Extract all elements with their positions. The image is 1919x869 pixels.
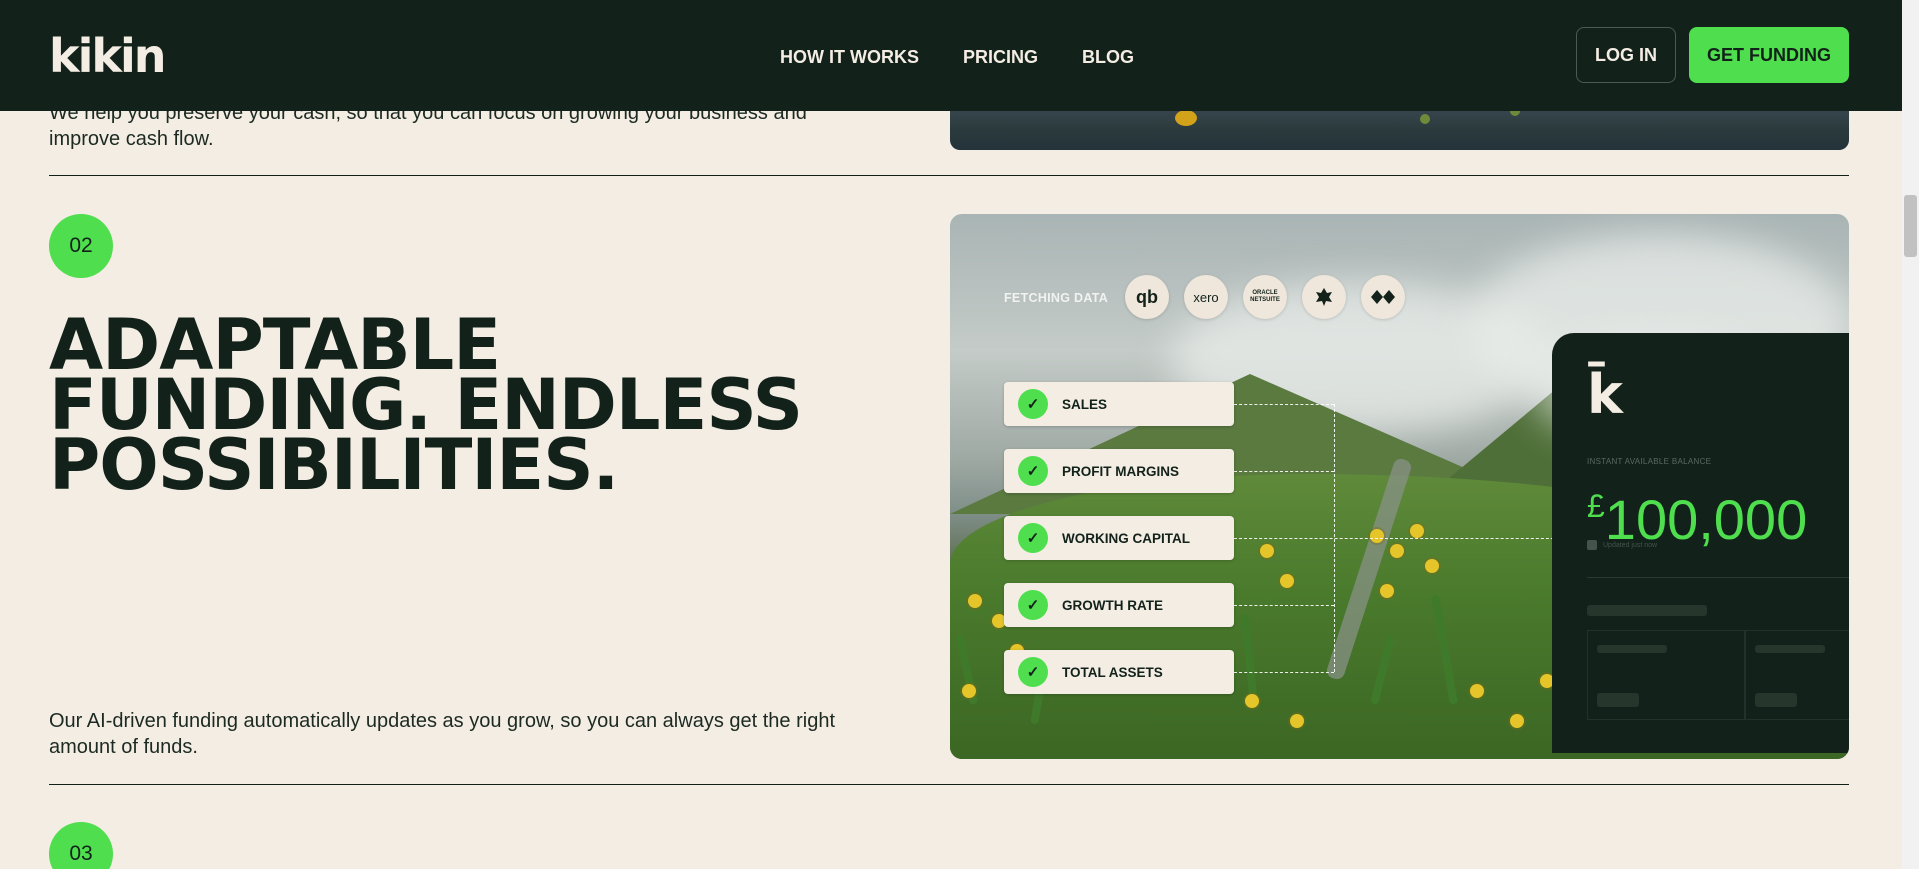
nav-pricing[interactable]: PRICING: [963, 47, 1038, 68]
section-divider: [49, 784, 1849, 785]
quickbooks-icon: qb: [1125, 275, 1169, 319]
site-header: kikin HOW IT WORKS PRICING BLOG LOG IN G…: [0, 0, 1902, 111]
check-icon: ✓: [1018, 389, 1048, 419]
kikin-logo[interactable]: kikin: [49, 33, 166, 79]
check-icon: ✓: [1018, 657, 1048, 687]
fetching-data-label: FETCHING DATA: [1004, 291, 1109, 305]
kikin-k-icon: k̄: [1587, 363, 1623, 426]
main-nav: HOW IT WORKS PRICING BLOG: [780, 47, 1134, 68]
metric-chip: ✓ TOTAL ASSETS: [1004, 650, 1234, 694]
get-funding-button[interactable]: GET FUNDING: [1689, 27, 1849, 83]
hsbc-icon: [1361, 275, 1405, 319]
oracle-netsuite-icon: ORACLE NETSUITE: [1243, 275, 1287, 319]
nav-blog[interactable]: BLOG: [1082, 47, 1134, 68]
check-icon: ✓: [1018, 590, 1048, 620]
next-step-badge: 03: [49, 822, 113, 869]
scrollbar-thumb[interactable]: [1904, 195, 1917, 257]
page-scrollbar[interactable]: [1902, 0, 1919, 869]
balance-panel: k̄ INSTANT AVAILABLE BALANCE £100,000 Up…: [1552, 333, 1849, 753]
funding-illustration: FETCHING DATA qb xero ORACLE NETSUITE ✓ S…: [950, 214, 1849, 759]
xero-icon: xero: [1184, 275, 1228, 319]
metric-chip: ✓ GROWTH RATE: [1004, 583, 1234, 627]
updated-status: Updated just now: [1587, 540, 1657, 550]
balance-amount: £100,000: [1587, 488, 1808, 551]
check-icon: ✓: [1018, 456, 1048, 486]
metric-chip: ✓ WORKING CAPITAL: [1004, 516, 1234, 560]
step-badge: 02: [49, 214, 113, 278]
metric-chip: ✓ PROFIT MARGINS: [1004, 449, 1234, 493]
check-icon: ✓: [1018, 523, 1048, 553]
login-button[interactable]: LOG IN: [1576, 27, 1676, 83]
nav-how-it-works[interactable]: HOW IT WORKS: [780, 47, 919, 68]
section-body: Our AI-driven funding automatically upda…: [49, 710, 835, 758]
section-headline: ADAPTABLE FUNDING. ENDLESS POSSIBILITIES…: [49, 304, 803, 506]
balance-caption: INSTANT AVAILABLE BALANCE: [1587, 457, 1712, 466]
metric-chip: ✓ SALES: [1004, 382, 1234, 426]
section-divider: [49, 175, 1849, 176]
barclays-eagle-icon: [1302, 275, 1346, 319]
